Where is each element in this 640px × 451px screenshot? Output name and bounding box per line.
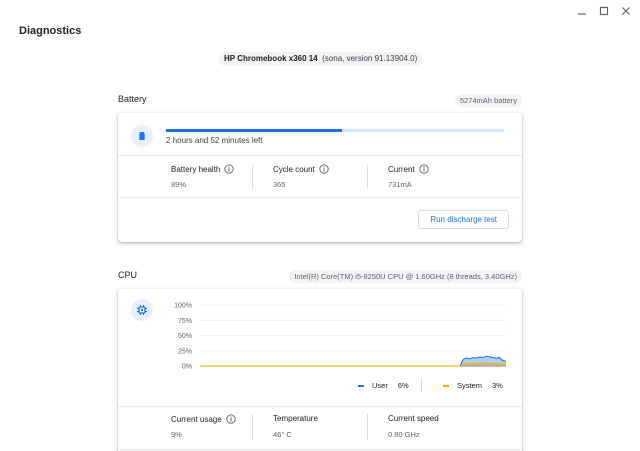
current-speed-label-text: Current speed bbox=[388, 414, 439, 423]
legend-system: System 3% bbox=[443, 381, 503, 390]
y-tick-label: 75% bbox=[178, 318, 192, 325]
battery-icon bbox=[131, 125, 153, 147]
metric-separator bbox=[252, 414, 253, 440]
cpu-divider bbox=[118, 406, 522, 407]
current-usage-label-text: Current usage bbox=[171, 414, 222, 424]
current-speed-value: 0.80 GHz bbox=[388, 430, 420, 439]
y-tick-label: 0% bbox=[182, 364, 192, 371]
window-controls bbox=[574, 3, 634, 19]
info-icon[interactable] bbox=[226, 414, 236, 424]
series-user-area bbox=[200, 356, 506, 366]
legend-user: User 6% bbox=[358, 381, 409, 390]
cycle-count-label: Cycle count bbox=[273, 164, 329, 174]
cpu-usage-chart: 100% 75% 50% 25% 0% bbox=[174, 303, 507, 371]
minimize-icon[interactable] bbox=[574, 3, 590, 19]
battery-divider-bottom bbox=[118, 197, 522, 198]
cpu-card: 100% 75% 50% 25% 0% User 6% System 3% Curren… bbox=[118, 289, 522, 451]
temperature-value: 46° C bbox=[273, 430, 292, 439]
app-title: Diagnostics bbox=[19, 25, 82, 37]
series-user-line bbox=[200, 355, 507, 367]
metric-separator bbox=[252, 165, 253, 189]
current-value: 731mA bbox=[388, 180, 412, 189]
battery-health-label: Battery health bbox=[171, 164, 235, 174]
user-legend-label: User bbox=[372, 381, 388, 390]
legend-separator bbox=[421, 378, 422, 392]
battery-capacity-chip: 5274mAh battery bbox=[454, 94, 522, 107]
cycle-count-value: 365 bbox=[273, 180, 286, 189]
battery-charge-bar bbox=[166, 129, 504, 132]
device-info-chip: HP Chromebook x360 14 (sona, version 91.… bbox=[219, 52, 423, 66]
cpu-divider-bottom bbox=[118, 449, 522, 450]
system-legend-label: System bbox=[457, 381, 483, 390]
metric-separator bbox=[367, 165, 368, 189]
info-icon[interactable] bbox=[224, 164, 235, 174]
y-tick-label: 50% bbox=[178, 333, 192, 340]
y-tick-label: 100% bbox=[174, 303, 192, 310]
battery-health-value: 89% bbox=[171, 180, 187, 189]
series-system-line bbox=[200, 362, 506, 367]
user-legend-swatch bbox=[358, 384, 364, 387]
current-label-text: Current bbox=[388, 164, 415, 174]
system-legend-swatch bbox=[443, 384, 449, 387]
current-speed-label: Current speed bbox=[388, 414, 439, 423]
system-legend-value: 3% bbox=[492, 381, 503, 390]
cpu-section-title: CPU bbox=[118, 270, 138, 280]
cpu-model-chip: Intel(R) Core(TM) i5-8250U CPU @ 1.60GHz… bbox=[289, 270, 522, 283]
battery-health-label-text: Battery health bbox=[171, 164, 221, 174]
run-discharge-test-button[interactable]: Run discharge test bbox=[418, 210, 509, 229]
battery-time-left: 2 hours and 52 minutes left bbox=[166, 136, 263, 145]
cycle-count-label-text: Cycle count bbox=[273, 164, 315, 174]
y-tick-label: 25% bbox=[178, 348, 192, 355]
info-icon[interactable] bbox=[319, 164, 329, 174]
device-name: HP Chromebook x360 14 bbox=[224, 54, 318, 63]
battery-section-title: Battery bbox=[118, 94, 147, 104]
current-label: Current bbox=[388, 164, 429, 174]
current-usage-value: 9% bbox=[171, 430, 182, 439]
temperature-label: Temperature bbox=[273, 414, 318, 423]
metric-separator bbox=[367, 414, 368, 440]
maximize-icon[interactable] bbox=[596, 3, 612, 19]
user-legend-value: 6% bbox=[397, 381, 409, 390]
battery-card: 2 hours and 52 minutes left Battery heal… bbox=[118, 113, 522, 242]
cpu-chip-icon bbox=[131, 299, 153, 321]
device-version: (sona, version 91.13904.0) bbox=[322, 54, 418, 63]
battery-divider-top bbox=[118, 155, 522, 156]
info-icon[interactable] bbox=[419, 164, 429, 174]
battery-charge-fill bbox=[166, 129, 342, 132]
current-usage-label: Current usage bbox=[171, 414, 236, 424]
temperature-label-text: Temperature bbox=[273, 414, 318, 423]
close-icon[interactable] bbox=[618, 3, 634, 19]
